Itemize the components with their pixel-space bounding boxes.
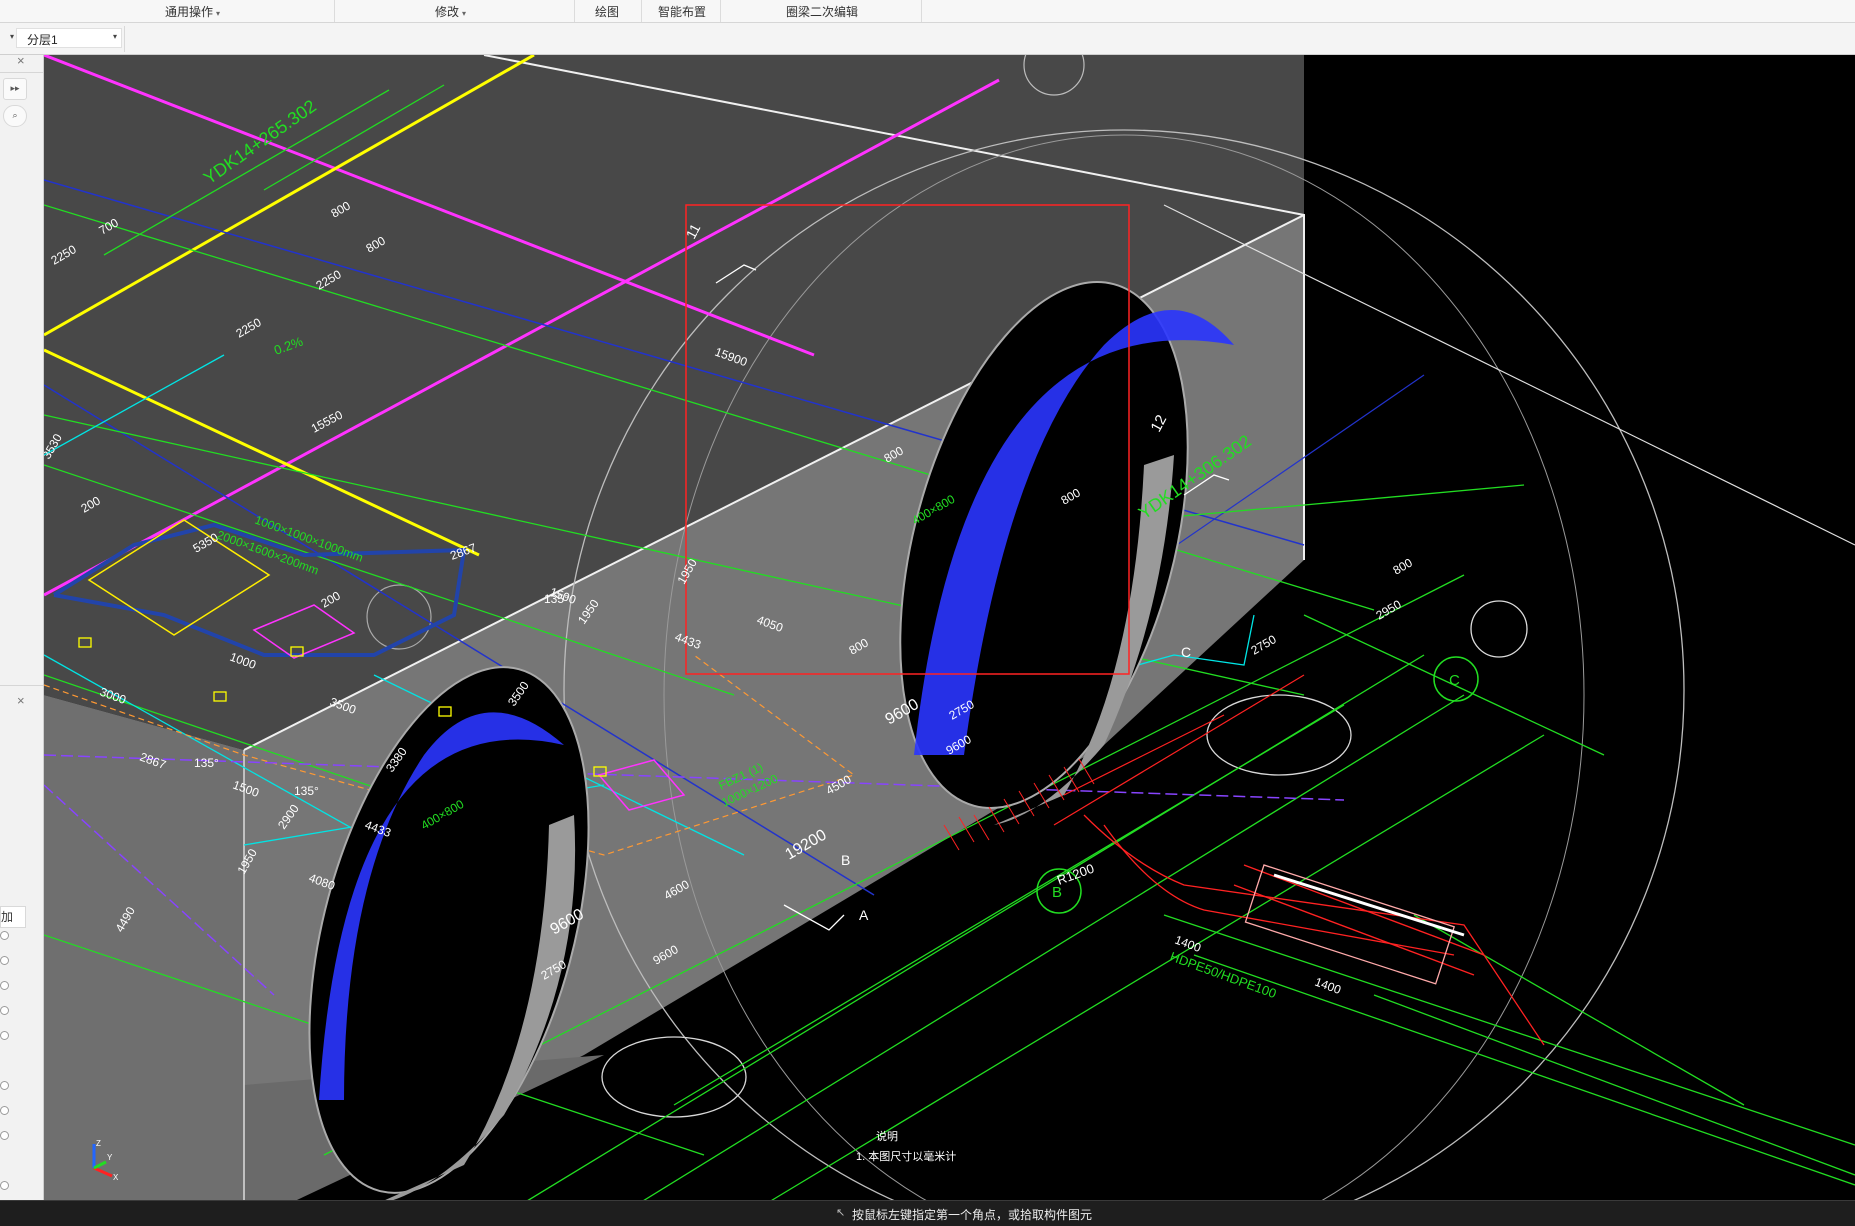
axis-x-label: X	[113, 1173, 119, 1182]
axis-label: A	[859, 907, 869, 923]
ring-beam-edit-menu[interactable]: 圈梁二次编辑	[786, 3, 858, 20]
cad-viewport[interactable]: YDK14+265.302 YDK14+306.302 15900 15550 …	[44, 55, 1855, 1225]
construction-ellipse	[1206, 694, 1352, 776]
pipe-material-label: HDPE50/HDPE100	[1168, 949, 1278, 1001]
note-title: 说明	[876, 1129, 898, 1143]
chevron-down-icon: ▾	[462, 9, 467, 18]
angle-label: 135°	[544, 592, 569, 606]
status-bar: ↖ 按鼠标左键指定第一个角点，或拾取构件图元	[0, 1200, 1855, 1226]
divider	[124, 26, 125, 52]
divider	[0, 72, 43, 73]
axis-label: B	[1052, 884, 1062, 901]
radio-option[interactable]	[0, 1181, 9, 1190]
angle-label: 135°	[194, 756, 219, 770]
axis-label: C	[1449, 672, 1460, 689]
layer-prefix-dropdown[interactable]: ▾	[10, 32, 14, 41]
dimension-label: 800	[1391, 555, 1416, 577]
construction-circle-small	[1470, 600, 1528, 658]
divider	[0, 685, 43, 686]
radio-option[interactable]	[0, 956, 9, 965]
axis-y-label: Y	[107, 1153, 113, 1162]
ribbon-group-general[interactable]: 通用操作 ▾	[60, 0, 335, 22]
close-icon[interactable]: ×	[17, 53, 25, 68]
cursor-icon: ↖	[836, 1207, 846, 1219]
draw-menu[interactable]: 绘图	[595, 3, 619, 20]
block-front-face	[44, 695, 244, 1225]
radio-option[interactable]	[0, 1081, 9, 1090]
dimension-label: 1400	[1313, 975, 1343, 997]
add-button[interactable]: 加	[0, 906, 26, 928]
left-panel: × ▸▸ ⌕ × 加	[0, 53, 44, 1225]
layer-select-value: 分层1	[27, 33, 58, 47]
axis-label: C	[1181, 644, 1191, 660]
cad-drawing[interactable]: YDK14+265.302 YDK14+306.302 15900 15550 …	[44, 55, 1855, 1225]
angle-label: 135°	[294, 784, 319, 798]
ribbon-group-ring-beam-edit[interactable]: 圈梁二次编辑	[721, 0, 922, 22]
ribbon-group-draw[interactable]: 绘图	[575, 0, 642, 22]
expand-panel-button[interactable]: ▸▸	[3, 78, 27, 100]
ribbon-group-smart-layout[interactable]: 智能布置	[642, 0, 721, 22]
radio-option[interactable]	[0, 981, 9, 990]
layer-bar: ▾ 分层1 ▾	[0, 23, 1855, 55]
radio-option[interactable]	[0, 1006, 9, 1015]
radio-option[interactable]	[0, 931, 9, 940]
smart-layout-menu[interactable]: 智能布置	[658, 3, 706, 20]
axis-label: B	[841, 852, 850, 868]
dimension-label: 2750	[1249, 632, 1279, 658]
status-message: 按鼠标左键指定第一个角点，或拾取构件图元	[852, 1208, 1093, 1222]
radio-option[interactable]	[0, 1131, 9, 1140]
close-icon[interactable]: ×	[17, 693, 25, 708]
pipe-detail	[1083, 814, 1545, 1046]
layer-select[interactable]: 分层1 ▾	[16, 28, 122, 48]
chevron-down-icon: ▾	[112, 32, 117, 41]
ribbon-group-modify[interactable]: 修改 ▾	[335, 0, 575, 22]
radio-option[interactable]	[0, 1106, 9, 1115]
chevron-down-icon: ▾	[216, 9, 221, 18]
dimension-label: 2950	[1374, 597, 1404, 623]
modify-menu[interactable]: 修改 ▾	[435, 3, 466, 20]
radio-option[interactable]	[0, 1031, 9, 1040]
ribbon-toolbar: 通用操作 ▾ 修改 ▾ 绘图 智能布置 圈梁二次编辑	[0, 0, 1855, 23]
note-text: 1. 本图尺寸以毫米计	[856, 1149, 956, 1163]
axis-indicator-icon: Z Y X	[92, 1139, 119, 1182]
search-icon[interactable]: ⌕	[3, 105, 27, 127]
axis-z-label: Z	[96, 1139, 101, 1148]
general-ops-menu[interactable]: 通用操作 ▾	[165, 3, 220, 20]
